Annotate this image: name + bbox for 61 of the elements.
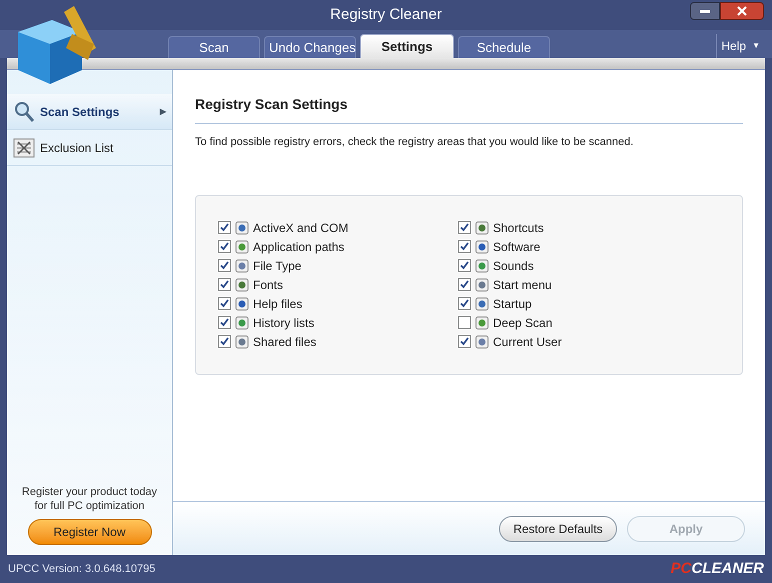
register-button[interactable]: Register Now bbox=[28, 519, 152, 545]
action-button[interactable]: Restore Defaults bbox=[499, 516, 617, 542]
option-label: Current User bbox=[493, 334, 562, 350]
item-icon bbox=[475, 316, 489, 330]
window-title: Registry Cleaner bbox=[330, 4, 442, 25]
option-label: Help files bbox=[253, 296, 302, 312]
checkbox[interactable] bbox=[458, 335, 471, 348]
item-icon bbox=[235, 258, 249, 272]
tab[interactable]: Schedule bbox=[458, 36, 550, 58]
minimize-button[interactable] bbox=[690, 2, 720, 20]
version-text: UPCC Version: 3.0.648.10795 bbox=[8, 562, 156, 577]
tab[interactable]: Settings bbox=[360, 34, 454, 58]
option-label: Deep Scan bbox=[493, 314, 552, 332]
checkbox[interactable] bbox=[218, 297, 231, 310]
item-icon bbox=[475, 296, 489, 310]
item-icon bbox=[475, 240, 489, 254]
item-icon bbox=[475, 334, 489, 348]
checkbox[interactable] bbox=[458, 297, 471, 310]
option-label: History lists bbox=[253, 314, 314, 332]
item-icon bbox=[235, 316, 249, 330]
item-icon bbox=[475, 220, 489, 234]
option-label: Shortcuts bbox=[493, 220, 544, 236]
list-icon bbox=[13, 138, 35, 158]
close-icon bbox=[737, 6, 747, 16]
checkbox[interactable] bbox=[458, 259, 471, 272]
option-label: Startup bbox=[493, 296, 532, 312]
item-icon bbox=[475, 278, 489, 292]
sidebar-item[interactable]: Exclusion List bbox=[7, 130, 172, 166]
checkbox[interactable] bbox=[218, 240, 231, 253]
option-label: Sounds bbox=[493, 258, 534, 274]
option-label: Application paths bbox=[253, 238, 344, 256]
sidebar-item[interactable]: Scan Settings ▶ bbox=[7, 94, 172, 130]
tab[interactable]: Undo Changes bbox=[264, 36, 356, 58]
item-icon bbox=[235, 240, 249, 254]
option-label: Software bbox=[493, 238, 540, 256]
item-icon bbox=[475, 258, 489, 272]
checkbox[interactable] bbox=[458, 221, 471, 234]
checkbox[interactable] bbox=[218, 221, 231, 234]
panel-title: Registry Scan Settings bbox=[195, 94, 743, 124]
checkbox[interactable] bbox=[218, 259, 231, 272]
description-text: To find possible registry errors, check the registry areas that you would like to be scanned. bbox=[195, 135, 634, 150]
item-icon bbox=[235, 220, 249, 234]
option-label: Fonts bbox=[253, 276, 284, 294]
checkbox[interactable] bbox=[458, 240, 471, 253]
item-icon bbox=[235, 334, 249, 348]
brand-logo: PCCLEANER bbox=[670, 558, 764, 579]
search-icon bbox=[13, 100, 35, 122]
checkbox[interactable] bbox=[458, 316, 471, 329]
option-label: Shared files bbox=[253, 334, 316, 350]
checkbox[interactable] bbox=[218, 335, 231, 348]
option-label: ActiveX and COM bbox=[253, 220, 348, 236]
item-icon bbox=[235, 278, 249, 292]
option-label: File Type bbox=[253, 258, 302, 274]
checkbox[interactable] bbox=[458, 278, 471, 291]
checkbox[interactable] bbox=[218, 316, 231, 329]
checkbox[interactable] bbox=[218, 278, 231, 291]
item-icon bbox=[235, 296, 249, 310]
close-button[interactable] bbox=[720, 2, 764, 20]
tab[interactable]: Scan bbox=[168, 36, 260, 58]
option-label: Start menu bbox=[493, 276, 552, 294]
promo-text: Register your product today for full PC optimization bbox=[20, 485, 158, 513]
